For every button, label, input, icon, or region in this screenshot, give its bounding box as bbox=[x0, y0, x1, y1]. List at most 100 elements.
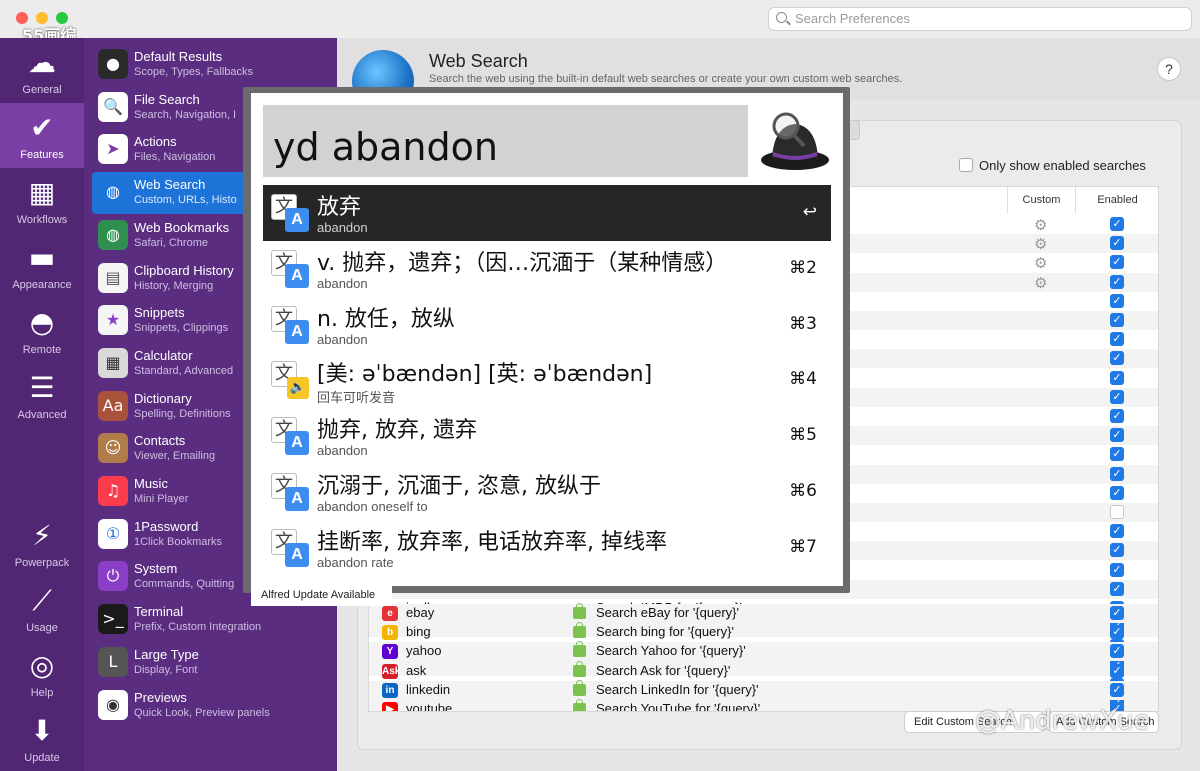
enabled-checkbox[interactable]: ✓ bbox=[1110, 485, 1124, 500]
enabled-checkbox[interactable]: ✓ bbox=[1110, 428, 1124, 443]
clipboard-icon: ▤ bbox=[98, 262, 128, 293]
rail-item-general[interactable]: ☁ General bbox=[0, 38, 84, 103]
gear-icon[interactable]: ⚙ bbox=[1034, 217, 1050, 233]
alfred-result-item[interactable]: 文 A 挂断率, 放弃率, 电话放弃率, 掉线率 abandon rate ⌘7 bbox=[263, 520, 831, 576]
rail-item-update[interactable]: ⬇ Update bbox=[0, 706, 84, 771]
gear-icon[interactable]: ⚙ bbox=[1034, 275, 1050, 291]
alfred-result-item[interactable]: 文 A 抛弃, 放弃, 遗弃 abandon ⌘5 bbox=[263, 408, 831, 464]
preferences-rail: ☁ General ✔ Features ▦ Workflows ▬ Appearance ◓ R… bbox=[0, 38, 84, 771]
lock-icon bbox=[573, 641, 586, 658]
alfred-result-title: n. 放任，放纵 bbox=[317, 306, 455, 332]
bing-logo-icon: b bbox=[382, 625, 398, 641]
enabled-checkbox[interactable]: ✓ bbox=[1110, 389, 1124, 404]
yahoo-logo-icon: Y bbox=[382, 644, 398, 660]
alfred-update-banner[interactable]: Alfred Update Available bbox=[251, 586, 392, 606]
preferences-search-input[interactable]: Search Preferences bbox=[768, 7, 1192, 31]
feature-item-default-results[interactable]: ● Default Results Scope, Types, Fallbacks bbox=[92, 44, 332, 86]
alfred-result-subtitle: abandon bbox=[317, 331, 368, 347]
feature-title: Snippets bbox=[134, 305, 185, 321]
enabled-checkbox[interactable]: ✓ bbox=[1110, 543, 1124, 558]
enabled-checkbox[interactable]: ✓ bbox=[1110, 524, 1124, 539]
feature-subtitle: Mini Player bbox=[134, 493, 189, 505]
feature-title: Music bbox=[134, 476, 168, 491]
enabled-checkbox[interactable]: ✓ bbox=[1110, 682, 1124, 697]
alfred-query-input[interactable]: yd abandon bbox=[263, 105, 748, 177]
alfred-result-title: 放弃 bbox=[317, 195, 362, 220]
enabled-checkbox[interactable]: ✓ bbox=[1110, 217, 1124, 231]
rail-item-advanced[interactable]: ☰ Advanced bbox=[0, 363, 84, 428]
alfred-result-subtitle: abandon oneself to bbox=[317, 499, 428, 514]
enabled-checkbox[interactable]: ✓ bbox=[1110, 625, 1124, 640]
rail-item-features[interactable]: ✔ Features bbox=[0, 103, 84, 168]
chart-icon: ⟋ bbox=[32, 584, 52, 617]
gear-icon[interactable]: ⚙ bbox=[1034, 255, 1050, 271]
table-row-bing[interactable]: b bing Search bing for '{query}' ✓ bbox=[369, 622, 1158, 642]
hat-icon: ● bbox=[98, 49, 128, 79]
alfred-result-item[interactable]: 文 A n. 放任，放纵 abandon ⌘3 bbox=[263, 297, 831, 353]
rail-item-remote[interactable]: ◓ Remote bbox=[0, 298, 84, 363]
enabled-checkbox[interactable]: ✓ bbox=[1110, 562, 1124, 577]
enabled-checkbox[interactable]: ✓ bbox=[1110, 409, 1124, 423]
table-row-ask[interactable]: Ask ask Search Ask for '{query}' ✓ bbox=[369, 660, 1158, 681]
only-enabled-checkbox[interactable]: Only show enabled searches bbox=[959, 158, 1146, 173]
enabled-checkbox[interactable]: ✓ bbox=[1110, 370, 1124, 385]
only-enabled-label: Only show enabled searches bbox=[979, 158, 1146, 173]
enabled-checkbox[interactable]: ✓ bbox=[1110, 236, 1124, 251]
lock-icon bbox=[573, 603, 586, 619]
alfred-result-subtitle: abandon bbox=[317, 443, 368, 459]
page-title: Web Search bbox=[429, 51, 528, 71]
column-header-custom[interactable]: Custom bbox=[1007, 187, 1075, 213]
alfred-result-item[interactable]: 文 🔈 [美: əˈbændən] [英: əˈbændən] 回车可听发音 ⌘4 bbox=[263, 352, 831, 408]
alfred-result-subtitle: abandon rate bbox=[317, 554, 394, 570]
enabled-checkbox[interactable]: ✓ bbox=[1110, 255, 1124, 270]
gear-icon[interactable]: ⚙ bbox=[1034, 236, 1050, 252]
alfred-result-item[interactable]: 文 A v. 抛弃，遗弃；（因…沉湎于（某种情感） abandon ⌘2 bbox=[263, 241, 831, 297]
feature-title: Contacts bbox=[134, 433, 186, 449]
feature-subtitle: Commands, Quitting bbox=[134, 578, 235, 591]
feature-item-large-type[interactable]: L Large Type Display, Font bbox=[92, 642, 332, 684]
enabled-checkbox[interactable]: ✓ bbox=[1110, 332, 1124, 347]
translate-icon: 文A bbox=[271, 249, 309, 288]
feature-subtitle: Spelling, Definitions bbox=[134, 407, 231, 420]
rail-item-usage[interactable]: ⟋ Usage bbox=[0, 576, 84, 641]
help-button[interactable]: ? bbox=[1157, 57, 1181, 81]
alfred-result-shortcut: ⌘5 bbox=[789, 425, 817, 446]
feature-title: Previews bbox=[134, 689, 187, 705]
feature-item-previews[interactable]: ◉ Previews Quick Look, Preview panels bbox=[92, 685, 332, 727]
alfred-result-item[interactable]: 文 A 沉溺于, 沉湎于, 恣意, 放纵于 abandon oneself to ⌘6 bbox=[263, 464, 831, 520]
column-header-enabled[interactable]: Enabled bbox=[1075, 187, 1158, 213]
rail-item-workflows[interactable]: ▦ Workflows bbox=[0, 168, 84, 233]
rail-item-help[interactable]: ◎ Help bbox=[0, 641, 84, 706]
enabled-checkbox[interactable]: ✓ bbox=[1110, 606, 1124, 620]
feature-title: Default Results bbox=[134, 49, 223, 64]
table-row-ebay[interactable]: e ebay Search eBay for '{query}' ✓ bbox=[369, 603, 1158, 623]
ask-logo-icon: Ask bbox=[382, 663, 401, 679]
enabled-checkbox[interactable]: ✓ bbox=[1110, 447, 1124, 462]
feature-subtitle: Safari, Chrome bbox=[134, 236, 208, 249]
lock-icon bbox=[573, 699, 586, 711]
rail-item-appearance[interactable]: ▬ Appearance bbox=[0, 233, 84, 298]
enabled-checkbox[interactable]: ✓ bbox=[1110, 644, 1124, 659]
feature-subtitle: Custom, URLs, Histo bbox=[134, 194, 237, 207]
enabled-checkbox[interactable]: ✓ bbox=[1110, 581, 1124, 596]
enabled-checkbox[interactable]: ✓ bbox=[1110, 351, 1124, 366]
feature-title: Actions bbox=[134, 134, 177, 150]
feature-title: Web Bookmarks bbox=[134, 219, 230, 235]
table-row-linkedin[interactable]: in linkedin Search LinkedIn for '{query}' ✓ bbox=[369, 679, 1158, 700]
table-row-yahoo[interactable]: Yyahoo Search Yahoo for '{query}' ✓ bbox=[369, 641, 1158, 662]
enabled-checkbox[interactable]: ✓ bbox=[1110, 274, 1124, 289]
preferences-search-placeholder: Search Preferences bbox=[795, 11, 910, 26]
enabled-checkbox[interactable]: ✓ bbox=[1110, 466, 1124, 481]
rail-item-label: Appearance bbox=[12, 279, 72, 291]
enabled-checkbox[interactable]: ✓ bbox=[1110, 293, 1124, 308]
enabled-checkbox[interactable] bbox=[1110, 505, 1124, 519]
row-description: Search eBay for '{query}' bbox=[596, 605, 739, 620]
enabled-checkbox[interactable]: ✓ bbox=[1110, 313, 1124, 327]
enabled-checkbox[interactable]: ✓ bbox=[1110, 663, 1124, 678]
translate-speaker-icon: 文 🔈 bbox=[271, 361, 309, 400]
alfred-result-item[interactable]: 文 A 放弃 abandon ↩ bbox=[263, 185, 831, 241]
translate-icon: 文A bbox=[271, 194, 309, 232]
rail-item-label: Help bbox=[30, 687, 54, 699]
bookmark-globe-icon: ◍ bbox=[98, 219, 128, 250]
rail-item-powerpack[interactable]: ⚡ Powerpack bbox=[0, 511, 84, 576]
